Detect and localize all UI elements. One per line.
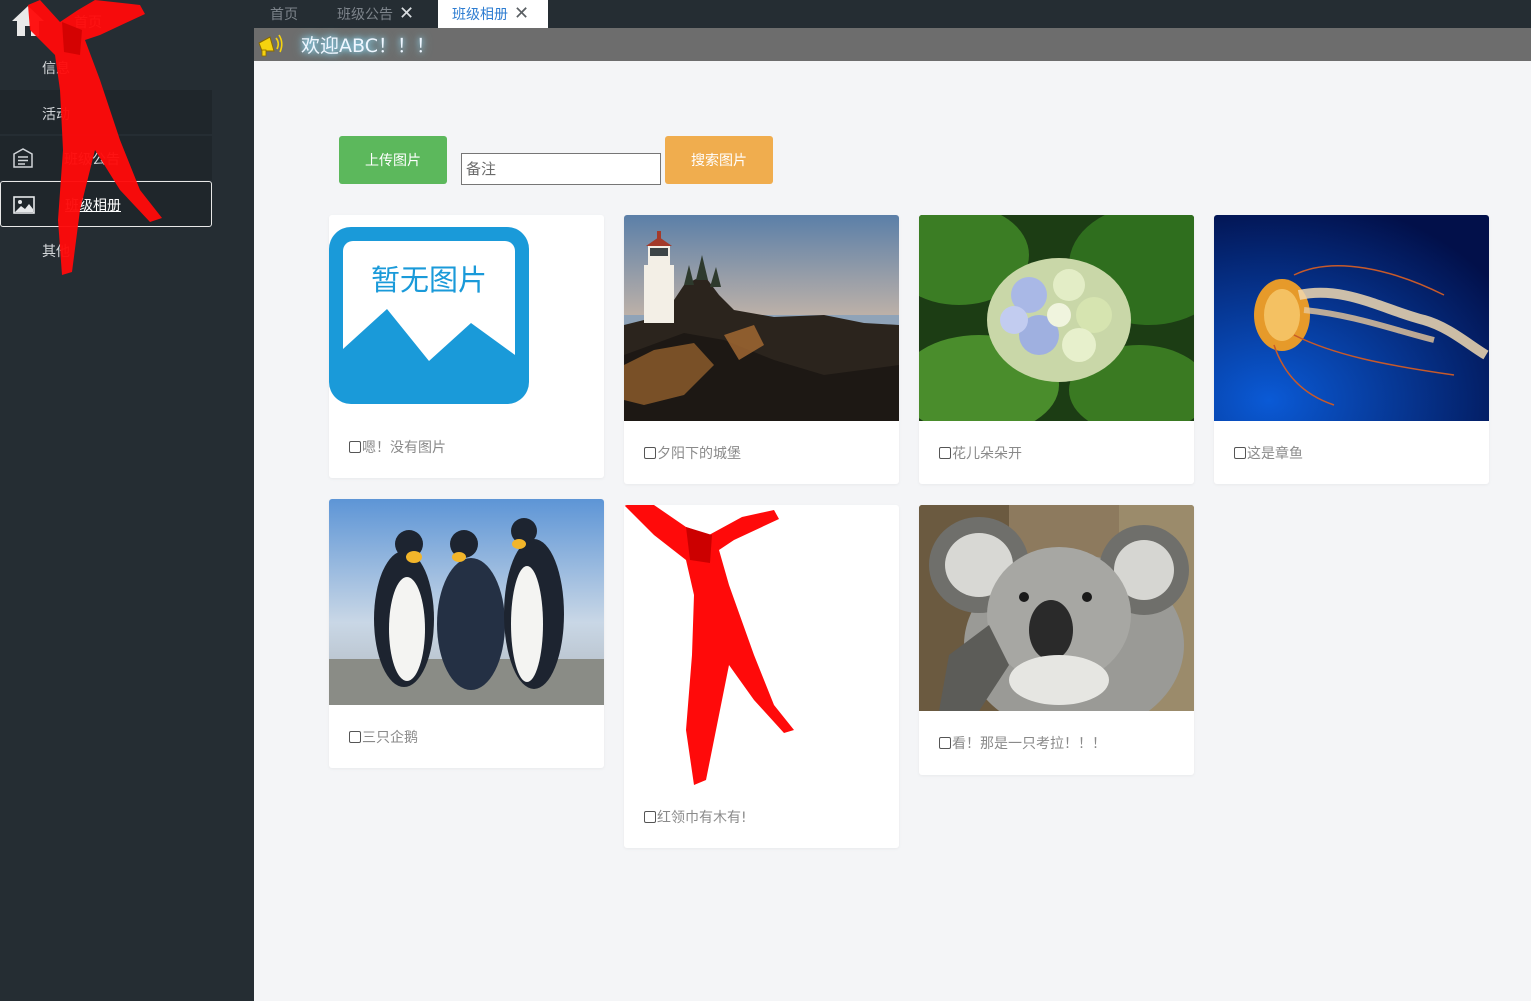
megaphone-icon xyxy=(258,34,283,57)
album-caption[interactable]: 三只企鹅 xyxy=(349,727,418,747)
album-caption[interactable]: 夕阳下的城堡 xyxy=(644,443,741,463)
sidebar: 首页 信息 活动 班级公告 班级相册 其他 xyxy=(0,0,254,1001)
select-checkbox[interactable] xyxy=(939,447,951,459)
select-checkbox[interactable] xyxy=(939,737,951,749)
close-icon[interactable]: ✕ xyxy=(514,5,529,23)
sidebar-item-album[interactable]: 班级相册 xyxy=(0,181,212,227)
sidebar-item-info[interactable]: 信息 xyxy=(0,44,212,88)
album-card[interactable]: 这是章鱼 xyxy=(1214,215,1489,484)
album-card[interactable]: 夕阳下的城堡 xyxy=(624,215,899,484)
caption-text: 看！那是一只考拉！！！ xyxy=(952,736,1106,752)
album-card[interactable]: 暂无图片 嗯！没有图片 xyxy=(329,215,604,478)
red-scarf-image xyxy=(624,505,794,785)
koala-image xyxy=(919,505,1194,711)
sidebar-item-label: 首页 xyxy=(74,15,102,31)
caption-text: 三只企鹅 xyxy=(362,730,418,746)
search-image-button[interactable]: 搜索图片 xyxy=(665,136,773,184)
album-caption[interactable]: 看！那是一只考拉！！！ xyxy=(939,733,1106,753)
tab-label: 首页 xyxy=(270,7,298,23)
album-card[interactable]: 红领巾有木有! xyxy=(624,505,899,848)
tab-bar: 首页 班级公告 ✕ 班级相册 ✕ xyxy=(254,0,1531,28)
select-checkbox[interactable] xyxy=(349,731,361,743)
sidebar-item-label: 班级相册 xyxy=(65,198,121,214)
welcome-marquee: 欢迎ABC！！！ xyxy=(254,28,1531,61)
caption-text: 红领巾有木有! xyxy=(657,810,747,826)
tab-announcement[interactable]: 班级公告 ✕ xyxy=(337,0,414,28)
album-caption[interactable]: 花儿朵朵开 xyxy=(939,443,1022,463)
penguins-image xyxy=(329,499,604,705)
upload-image-button[interactable]: 上传图片 xyxy=(339,136,447,184)
sidebar-item-activity[interactable]: 活动 xyxy=(0,90,212,134)
tab-label: 班级公告 xyxy=(337,7,393,23)
album-caption[interactable]: 嗯！没有图片 xyxy=(349,437,446,457)
close-icon[interactable]: ✕ xyxy=(399,5,414,23)
placeholder-text: 暂无图片 xyxy=(371,263,487,297)
album-caption[interactable]: 这是章鱼 xyxy=(1234,443,1303,463)
no-image-placeholder: 暂无图片 xyxy=(329,227,529,404)
sidebar-item-label: 其他 xyxy=(42,244,70,260)
caption-text: 花儿朵朵开 xyxy=(952,446,1022,462)
album-card[interactable]: 三只企鹅 xyxy=(329,499,604,768)
lighthouse-sunset-image xyxy=(624,215,899,421)
sidebar-item-label: 信息 xyxy=(42,61,70,77)
image-icon xyxy=(13,196,35,214)
sidebar-item-label: 活动 xyxy=(42,107,70,123)
tab-home[interactable]: 首页 xyxy=(270,0,298,28)
select-checkbox[interactable] xyxy=(1234,447,1246,459)
sidebar-item-home[interactable]: 首页 xyxy=(0,0,212,44)
remark-input[interactable] xyxy=(461,153,661,185)
album-card[interactable]: 看！那是一只考拉！！！ xyxy=(919,505,1194,775)
announcement-icon xyxy=(13,148,33,168)
jellyfish-image xyxy=(1214,215,1489,421)
album-card[interactable]: 花儿朵朵开 xyxy=(919,215,1194,484)
tab-album[interactable]: 班级相册 ✕ xyxy=(438,0,548,28)
caption-text: 夕阳下的城堡 xyxy=(657,446,741,462)
select-checkbox[interactable] xyxy=(644,447,656,459)
sidebar-item-other[interactable]: 其他 xyxy=(0,228,212,272)
tab-label: 班级相册 xyxy=(452,7,508,23)
caption-text: 这是章鱼 xyxy=(1247,446,1303,462)
album-caption[interactable]: 红领巾有木有! xyxy=(644,807,747,827)
sidebar-item-announcement[interactable]: 班级公告 xyxy=(0,136,212,180)
select-checkbox[interactable] xyxy=(644,811,656,823)
welcome-text: 欢迎ABC！！！ xyxy=(301,35,435,57)
sidebar-item-label: 班级公告 xyxy=(64,152,120,168)
caption-text: 嗯！没有图片 xyxy=(362,440,446,456)
select-checkbox[interactable] xyxy=(349,441,361,453)
hydrangea-image xyxy=(919,215,1194,421)
